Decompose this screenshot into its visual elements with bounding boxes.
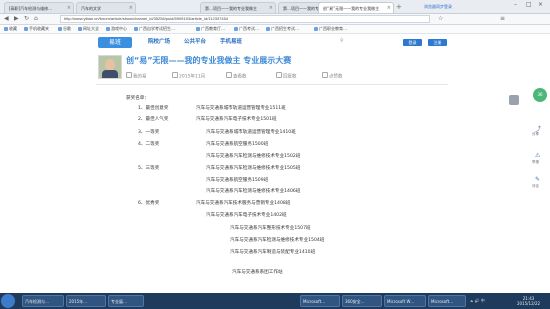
like-icon	[322, 72, 328, 78]
forward-icon[interactable]: ▶	[14, 15, 19, 23]
award-label: 4、二等奖	[138, 142, 160, 147]
browser-tab[interactable]: [高职]汽车检测与维修… ×	[4, 2, 74, 13]
award-winner: 汽车与交通系汽车整形技术专业1507班	[230, 226, 311, 231]
bookmark-item[interactable]: 广西招生考试…	[266, 25, 299, 33]
taskbar-item[interactable]: 专业展…	[108, 295, 144, 307]
meta-replies[interactable]: 回复数	[276, 72, 297, 80]
bookmark-item[interactable]: 广西职业教育…	[314, 25, 347, 33]
meta-likes[interactable]: 点赞数	[322, 72, 343, 80]
award-winner: 汽车与交通系汽车检测与维修技术专业1406班	[206, 189, 301, 194]
tab-label: 第…项目——我的专业我做主	[205, 6, 257, 11]
meta-date: 2015年11月	[172, 72, 205, 80]
logo-text: 易班	[108, 39, 121, 46]
close-icon[interactable]: ×	[67, 3, 71, 13]
bookmark-item[interactable]: 收藏	[4, 25, 17, 33]
award-winner: 汽车与交通系城市轨道运营管理专业1511班	[196, 106, 286, 111]
award-winner: 汽车与交通系汽车技术服务与营销专业1408班	[196, 201, 291, 206]
register-button[interactable]: 注册	[428, 39, 447, 46]
taskbar-clock[interactable]: 21:43 2015/12/22	[517, 296, 540, 306]
comment-label: 评论	[532, 184, 539, 188]
award-heading: 获奖名单：	[126, 96, 149, 101]
nav-campus-square[interactable]: 院校广场	[148, 38, 170, 47]
search-icon[interactable]: ⚲	[340, 38, 344, 44]
award-winner: 汽车与交通系航空服务1509班	[206, 178, 269, 183]
close-icon[interactable]: ×	[269, 3, 273, 13]
clock-date: 2015/12/22	[517, 301, 541, 306]
meta-views: 查看数	[226, 72, 247, 80]
taskbar-item[interactable]: Microsoft…	[300, 295, 340, 307]
report-label: 举报	[532, 160, 539, 164]
meta-author[interactable]: 我的易	[126, 72, 147, 80]
nav-mobile-yiban[interactable]: 手机易班	[220, 38, 242, 47]
browser-tab[interactable]: 第…项目——我的专业我做主 ×	[200, 2, 276, 13]
refresh-icon[interactable]: ↻	[24, 15, 29, 23]
award-winner: 汽车与交通系汽车检测与维修技术专业1505班	[206, 166, 301, 171]
close-icon[interactable]: ×	[129, 3, 133, 13]
clock-icon	[172, 72, 178, 78]
bookmarks-bar: 收藏 手机收藏夹 谷歌 网址大全 游戏中心 广西自学考试招生… 广西教育厅… 广…	[0, 25, 550, 34]
taskbar-item[interactable]: Microsoft…	[428, 295, 466, 307]
bookmark-item[interactable]: 谷歌	[58, 25, 71, 33]
start-button[interactable]	[1, 294, 15, 308]
new-tab-button[interactable]: +	[396, 2, 402, 13]
home-icon[interactable]: ⌂	[34, 15, 38, 23]
page-title: 创“易”无限——我的专业我做主 专业展示大赛	[126, 56, 292, 65]
nav-public-platform[interactable]: 公共平台	[184, 38, 206, 47]
tab-label: 汽车的文学	[81, 6, 101, 11]
address-input[interactable]	[60, 15, 430, 23]
award-label: 2、最佳人气奖	[138, 117, 169, 122]
speed-badge[interactable]: 36	[533, 88, 547, 102]
bookmark-item[interactable]: 手机收藏夹	[24, 25, 49, 33]
award-label: 1、最佳创意奖	[138, 106, 169, 111]
taskbar-item[interactable]: 汽车检测与…	[22, 295, 64, 307]
signature-line: 汽车与交通系系团工作站	[232, 270, 283, 275]
bookmark-item[interactable]: 广西自学考试招生…	[134, 25, 175, 33]
share-label: 分享	[532, 132, 539, 136]
award-label: 6、优秀奖	[138, 201, 160, 206]
comment-icon	[276, 72, 282, 78]
address-toolbar: ◀ ▶ ↻ ⌂ ☆ ≡	[0, 14, 550, 25]
maximize-icon[interactable]: □	[526, 1, 532, 8]
award-winner: 汽车与交通系汽车检测与维修技术专业1502班	[206, 154, 301, 159]
taskbar-item[interactable]: 360安全…	[342, 295, 382, 307]
browser-tab-strip: [高职]汽车检测与维修… × 汽车的文学 × 第…项目——我的专业我做主 × 第…项目…	[0, 0, 550, 14]
divider	[96, 84, 448, 85]
system-tray[interactable]: ⏶ 🔊 中	[470, 298, 485, 304]
star-icon[interactable]: ☆	[438, 15, 443, 23]
close-window-icon[interactable]: ×	[538, 1, 543, 8]
award-winner: 汽车与交通系城市轨道运营管理专业1410班	[206, 130, 296, 135]
tab-label: [高职]汽车检测与维修…	[9, 6, 53, 11]
bookmark-item[interactable]: 广西教育厅…	[196, 25, 225, 33]
camera-icon[interactable]	[509, 95, 519, 105]
taskbar-item[interactable]: Microsoft W…	[384, 295, 426, 307]
browser-tab[interactable]: 汽车的文学 ×	[76, 2, 136, 13]
award-winner: 汽车与交通系航空服务1500班	[206, 142, 269, 147]
sync-login-button[interactable]: 浏览器同步登录	[424, 3, 452, 11]
comment-icon[interactable]: ✎	[535, 176, 540, 183]
award-winner: 汽车与交通系汽车电子技术专业1402班	[206, 213, 287, 218]
login-button[interactable]: 登录	[403, 39, 422, 46]
menu-icon[interactable]: ≡	[500, 15, 505, 23]
avatar[interactable]	[98, 55, 122, 79]
site-header	[0, 34, 550, 48]
close-icon[interactable]: ×	[387, 3, 391, 13]
bookmark-item[interactable]: 广西考试…	[234, 25, 259, 33]
site-logo[interactable]: 易班	[98, 37, 132, 48]
award-label: 3、一等奖	[138, 130, 160, 135]
user-icon	[126, 72, 132, 78]
taskbar-item[interactable]: 2015年…	[66, 295, 106, 307]
report-icon[interactable]: ⚠	[535, 152, 540, 159]
minimize-icon[interactable]: –	[514, 1, 517, 8]
tab-label: 创“易”无限——我的专业我做主	[323, 6, 380, 11]
award-winner: 汽车与交通系汽车制造与装配专业1410班	[230, 250, 316, 255]
award-winner: 汽车与交通系汽车电子技术专业1501班	[196, 117, 277, 122]
award-winner: 汽车与交通系汽车检测与维修技术专业1504班	[230, 238, 325, 243]
bookmark-item[interactable]: 游戏中心	[106, 25, 127, 33]
browser-tab-active[interactable]: 创“易”无限——我的专业我做主 ×	[318, 2, 394, 13]
award-label: 5、三等奖	[138, 166, 160, 171]
bookmark-item[interactable]: 网址大全	[78, 25, 99, 33]
back-icon[interactable]: ◀	[4, 15, 9, 23]
eye-icon	[226, 72, 232, 78]
